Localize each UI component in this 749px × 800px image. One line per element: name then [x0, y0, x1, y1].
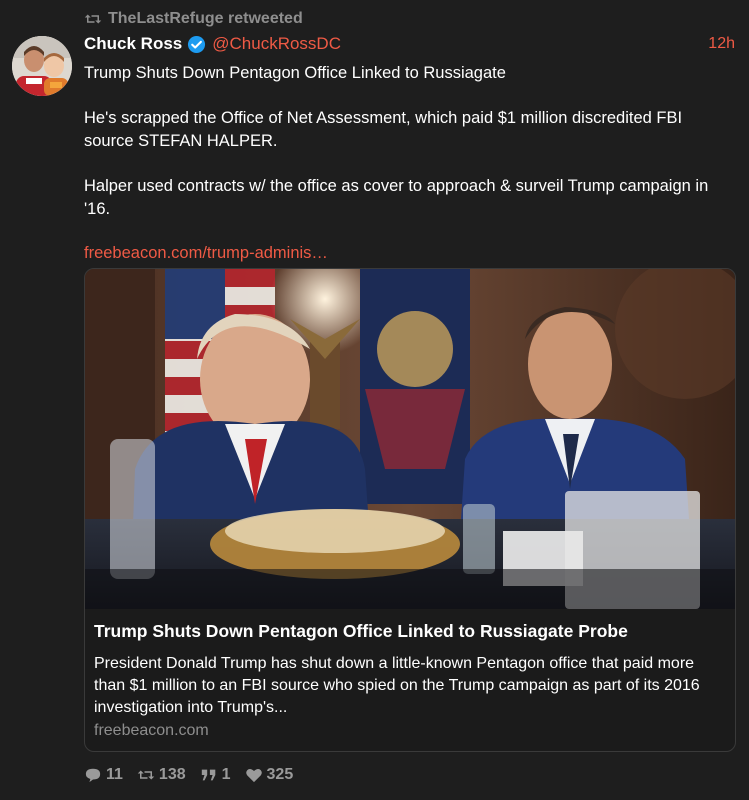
post-paragraph: Halper used contracts w/ the office as c…	[84, 177, 709, 218]
quote-icon	[201, 769, 215, 781]
retweet-indicator[interactable]: TheLastRefuge retweeted	[84, 10, 303, 28]
heart-icon	[245, 768, 262, 783]
like-count: 325	[266, 766, 294, 783]
link-preview-card[interactable]: Trump Shuts Down Pentagon Office Linked …	[84, 268, 736, 752]
quote-count: 1	[221, 766, 231, 783]
retweet-icon	[84, 14, 102, 24]
card-domain: freebeacon.com	[94, 722, 209, 739]
reply-count: 11	[106, 766, 123, 783]
like-button[interactable]: 325	[245, 766, 294, 784]
post-actions: 11 138 1 325	[84, 766, 293, 784]
post-header: Chuck Ross @ChuckRossDC 12h	[84, 34, 735, 54]
retweet-button[interactable]: 138	[137, 766, 186, 784]
post-content: Trump Shuts Down Pentagon Office Linked …	[84, 62, 734, 265]
card-image	[85, 269, 735, 609]
reply-button[interactable]: 11	[84, 766, 123, 784]
card-description: President Donald Trump has shut down a l…	[94, 655, 700, 716]
post-paragraph: Trump Shuts Down Pentagon Office Linked …	[84, 64, 506, 82]
reply-icon	[85, 768, 101, 783]
post-paragraph: He's scrapped the Office of Net Assessme…	[84, 109, 683, 150]
author-handle[interactable]: @ChuckRossDC	[212, 34, 341, 54]
retweet-icon	[137, 770, 155, 780]
author-name[interactable]: Chuck Ross	[84, 34, 182, 54]
post-link[interactable]: freebeacon.com/trump-adminis…	[84, 242, 734, 265]
avatar[interactable]	[12, 36, 72, 96]
retweet-count: 138	[158, 766, 186, 783]
quote-button[interactable]: 1	[200, 766, 231, 784]
card-title[interactable]: Trump Shuts Down Pentagon Office Linked …	[94, 621, 724, 642]
post-timestamp[interactable]: 12h	[708, 35, 735, 53]
verified-badge-icon	[188, 35, 206, 53]
retweet-label: TheLastRefuge retweeted	[108, 10, 303, 27]
